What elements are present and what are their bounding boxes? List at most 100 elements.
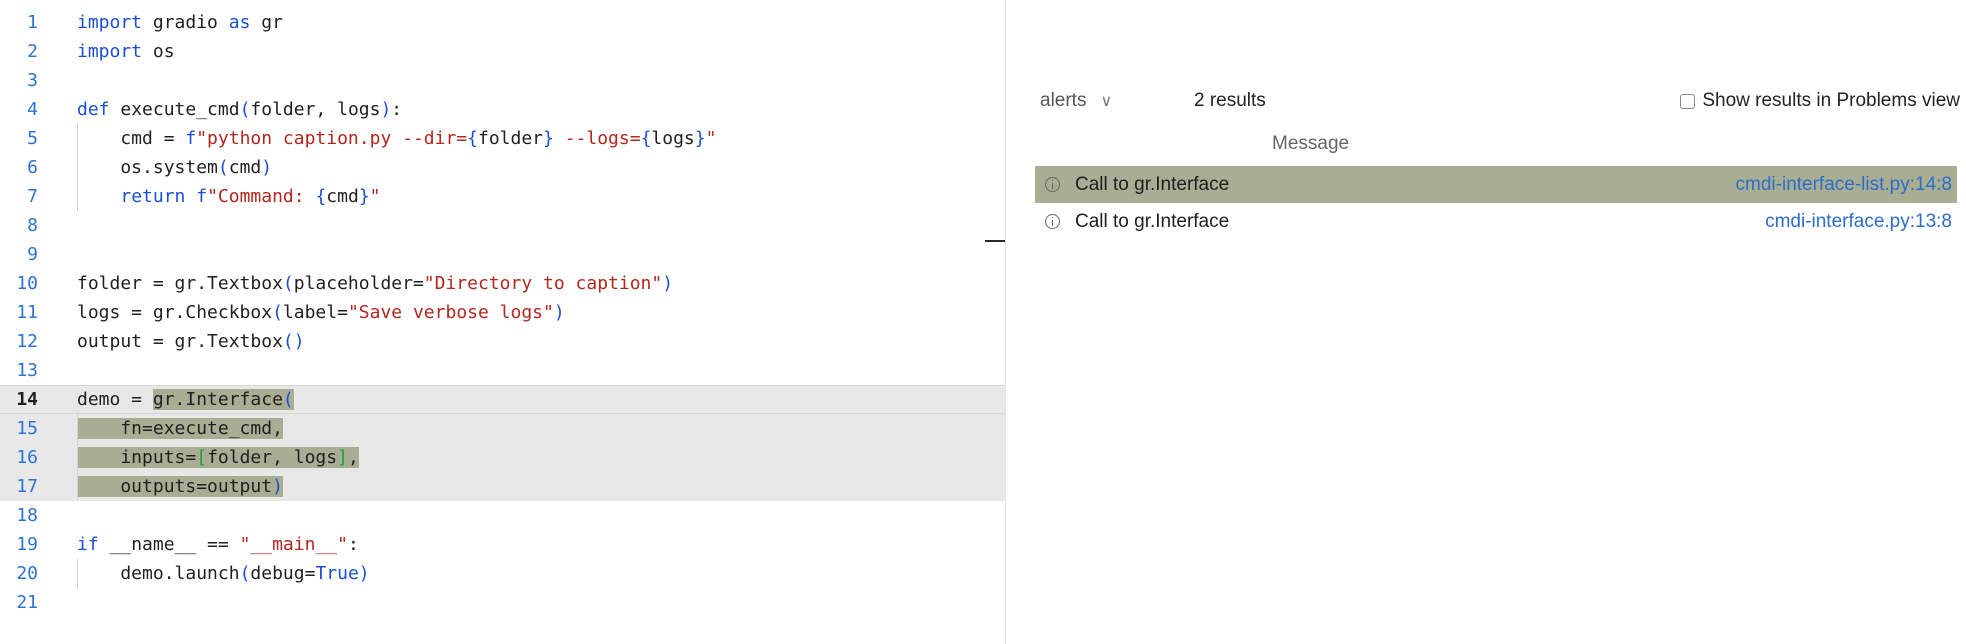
result-location-link[interactable]: cmdi-interface.py:13:8 xyxy=(1765,211,1952,233)
code-line[interactable]: 2 import os xyxy=(0,37,1005,66)
code-token: demo = xyxy=(77,389,153,410)
show-in-problems-checkbox[interactable] xyxy=(1680,93,1696,109)
code-line[interactable]: 7 return f"Command: {cmd}" xyxy=(0,182,1005,211)
code-token: inputs= xyxy=(77,447,197,468)
line-number: 6 xyxy=(27,157,38,178)
code-token: folder, logs xyxy=(250,99,381,120)
code-text: inputs=[folder, logs], xyxy=(77,443,359,472)
code-token: logs xyxy=(651,128,695,149)
code-line[interactable]: 10 folder = gr.Textbox(placeholder="Direc… xyxy=(0,269,1005,298)
code-token: folder, logs xyxy=(207,447,338,468)
code-text: demo.launch(debug=True) xyxy=(77,559,369,588)
line-number: 13 xyxy=(16,360,38,381)
line-number: 12 xyxy=(16,331,38,352)
code-token: import xyxy=(77,12,143,33)
results-toolbar: alerts ∨ 2 results Show results in Proble… xyxy=(1040,90,1960,118)
code-line[interactable]: 17 outputs=output) xyxy=(0,472,1005,501)
line-number: 5 xyxy=(27,128,38,149)
code-token: ) xyxy=(553,302,565,323)
code-token: cmd = xyxy=(77,128,186,149)
code-text: outputs=output) xyxy=(77,472,283,501)
line-number: 9 xyxy=(27,244,38,265)
code-line[interactable]: 11 logs = gr.Checkbox(label="Save verbose… xyxy=(0,298,1005,327)
line-number: 7 xyxy=(27,186,38,207)
code-token: gr.Interface xyxy=(152,389,283,410)
code-token: () xyxy=(282,331,305,352)
code-line[interactable]: 15 fn=execute_cmd, xyxy=(0,414,1005,443)
code-text: cmd = f"python caption.py --dir={folder}… xyxy=(77,124,716,153)
code-token: ( xyxy=(217,157,229,178)
indent-guide xyxy=(77,559,78,588)
code-line[interactable]: 1 import gradio as gr xyxy=(0,8,1005,37)
code-token: , xyxy=(347,447,359,468)
code-token: } xyxy=(358,186,370,207)
code-line[interactable]: 14 demo = gr.Interface( xyxy=(0,385,1005,414)
code-line[interactable]: 20 demo.launch(debug=True) xyxy=(0,559,1005,588)
line-number: 2 xyxy=(27,41,38,62)
code-line[interactable]: 8 xyxy=(0,211,1005,240)
chevron-down-icon: ∨ xyxy=(1100,93,1113,110)
code-token: ) xyxy=(662,273,674,294)
code-text: os.system(cmd) xyxy=(77,153,272,182)
code-line[interactable]: 18 xyxy=(0,501,1005,530)
code-token: { xyxy=(467,128,478,149)
result-row[interactable]: Call to gr.Interface cmdi-interface.py:13… xyxy=(1035,203,1957,240)
code-token: ( xyxy=(282,389,294,410)
code-text: return f"Command: {cmd}" xyxy=(77,182,380,211)
line-number: 21 xyxy=(16,592,38,613)
line-number: 17 xyxy=(16,476,38,497)
result-message: Call to gr.Interface xyxy=(1075,173,1230,195)
code-line[interactable]: 12 output = gr.Textbox() xyxy=(0,327,1005,356)
indent-guide xyxy=(77,414,78,501)
line-number: 10 xyxy=(16,273,38,294)
code-token: os xyxy=(142,41,175,62)
code-token: demo.launch xyxy=(77,563,240,584)
alerts-filter-dropdown[interactable]: alerts ∨ xyxy=(1040,90,1112,112)
message-column-header[interactable]: Message xyxy=(1272,133,1349,155)
code-text: fn=execute_cmd, xyxy=(77,414,283,443)
line-number: 19 xyxy=(16,534,38,555)
code-token: ( xyxy=(272,302,283,323)
code-line[interactable]: 3 xyxy=(0,66,1005,95)
line-number: 3 xyxy=(27,70,38,91)
result-row[interactable]: Call to gr.Interface cmdi-interface-list.… xyxy=(1035,166,1957,203)
code-token: if xyxy=(77,534,99,555)
line-number: 16 xyxy=(16,447,38,468)
clipped-header-text xyxy=(0,0,980,3)
code-token: as xyxy=(228,12,251,33)
code-token: { xyxy=(640,128,652,149)
code-token: folder = gr.Textbox xyxy=(77,273,283,294)
line-number: 1 xyxy=(27,12,38,33)
code-line[interactable]: 19 if __name__ == "__main__": xyxy=(0,530,1005,559)
info-icon xyxy=(1045,214,1060,229)
line-number: 15 xyxy=(16,418,38,439)
code-token: folder xyxy=(478,128,544,149)
code-line[interactable]: 5 cmd = f"python caption.py --dir={folde… xyxy=(0,124,1005,153)
code-line[interactable]: 13 xyxy=(0,356,1005,385)
code-token: def xyxy=(77,99,110,120)
code-line[interactable]: 21 xyxy=(0,588,1005,617)
code-token: ) xyxy=(261,157,273,178)
result-location-link[interactable]: cmdi-interface-list.py:14:8 xyxy=(1736,174,1952,196)
line-number: 20 xyxy=(16,563,38,584)
code-text: import os xyxy=(77,37,175,66)
code-token: outputs=output xyxy=(77,476,273,497)
code-token: ) xyxy=(272,476,283,497)
code-line[interactable]: 16 inputs=[folder, logs], xyxy=(0,443,1005,472)
code-line[interactable]: 4 def execute_cmd(folder, logs): xyxy=(0,95,1005,124)
code-token: "Save verbose logs" xyxy=(347,302,554,323)
code-token: cmd xyxy=(228,157,262,178)
show-in-problems-toggle[interactable]: Show results in Problems view xyxy=(1680,90,1960,112)
code-token: [ xyxy=(196,447,208,468)
code-text: import gradio as gr xyxy=(77,8,283,37)
code-token: --logs= xyxy=(553,128,641,149)
code-line[interactable]: 6 os.system(cmd) xyxy=(0,153,1005,182)
code-editor[interactable]: 1 import gradio as gr 2 import os 3 4 def exec… xyxy=(0,0,1005,644)
code-token: fn=execute_cmd, xyxy=(77,418,283,439)
code-token: label= xyxy=(282,302,348,323)
code-line[interactable]: 9 xyxy=(0,240,1005,269)
code-token: ( xyxy=(239,563,251,584)
code-text: if __name__ == "__main__": xyxy=(77,530,359,559)
scroll-position-marker[interactable] xyxy=(985,240,1005,242)
